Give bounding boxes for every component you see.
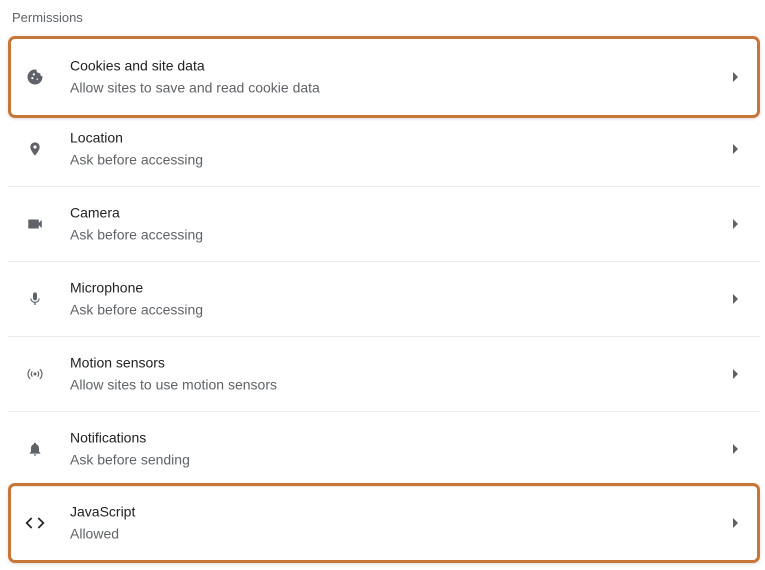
chevron-right-icon	[733, 369, 738, 379]
permission-sublabel: Ask before accessing	[70, 301, 204, 318]
permission-row-location[interactable]: Location Ask before accessing	[8, 112, 760, 187]
chevron-right-icon	[733, 144, 738, 154]
permission-label: Cookies and site data	[70, 57, 205, 74]
permission-label: Microphone	[70, 279, 144, 296]
chevron-right-icon	[733, 518, 738, 528]
permission-label: JavaScript	[70, 503, 136, 520]
microphone-icon	[24, 288, 46, 310]
location-pin-icon	[24, 138, 46, 160]
permission-sublabel: Ask before accessing	[70, 226, 204, 243]
camera-icon	[24, 213, 46, 235]
chevron-right-icon	[733, 219, 738, 229]
cookie-icon	[24, 66, 46, 88]
permission-row-cookies[interactable]: Cookies and site data Allow sites to sav…	[8, 36, 760, 118]
permission-sublabel: Ask before sending	[70, 451, 190, 468]
permission-row-microphone[interactable]: Microphone Ask before accessing	[8, 262, 760, 337]
chevron-right-icon	[733, 444, 738, 454]
permission-text: Location Ask before accessing	[70, 129, 203, 170]
permission-sublabel: Ask before accessing	[70, 151, 204, 168]
permission-row-notifications[interactable]: Notifications Ask before sending	[8, 412, 760, 487]
permission-sublabel: Allow sites to save and read cookie data	[70, 79, 320, 96]
motion-sensors-icon	[24, 363, 46, 385]
section-title: Permissions	[12, 10, 83, 25]
permission-row-motion-sensors[interactable]: Motion sensors Allow sites to use motion…	[8, 337, 760, 412]
permission-text: Notifications Ask before sending	[70, 429, 190, 470]
chevron-right-icon	[733, 294, 738, 304]
permission-row-camera[interactable]: Camera Ask before accessing	[8, 187, 760, 262]
permission-text: Microphone Ask before accessing	[70, 279, 203, 320]
permission-sublabel: Allowed	[70, 525, 120, 542]
permission-sublabel: Allow sites to use motion sensors	[70, 376, 277, 393]
code-brackets-icon	[24, 512, 46, 534]
permission-text: Motion sensors Allow sites to use motion…	[70, 354, 277, 395]
chevron-right-icon	[733, 72, 738, 82]
permission-label: Motion sensors	[70, 354, 165, 371]
permission-text: Cookies and site data Allow sites to sav…	[70, 57, 320, 98]
permission-label: Location	[70, 129, 123, 146]
permission-label: Camera	[70, 204, 120, 221]
permissions-list: Cookies and site data Allow sites to sav…	[8, 36, 760, 563]
permission-label: Notifications	[70, 429, 147, 446]
permission-row-javascript[interactable]: JavaScript Allowed	[8, 483, 760, 563]
permission-text: Camera Ask before accessing	[70, 204, 203, 245]
bell-icon	[24, 438, 46, 460]
permission-text: JavaScript Allowed	[70, 503, 135, 544]
